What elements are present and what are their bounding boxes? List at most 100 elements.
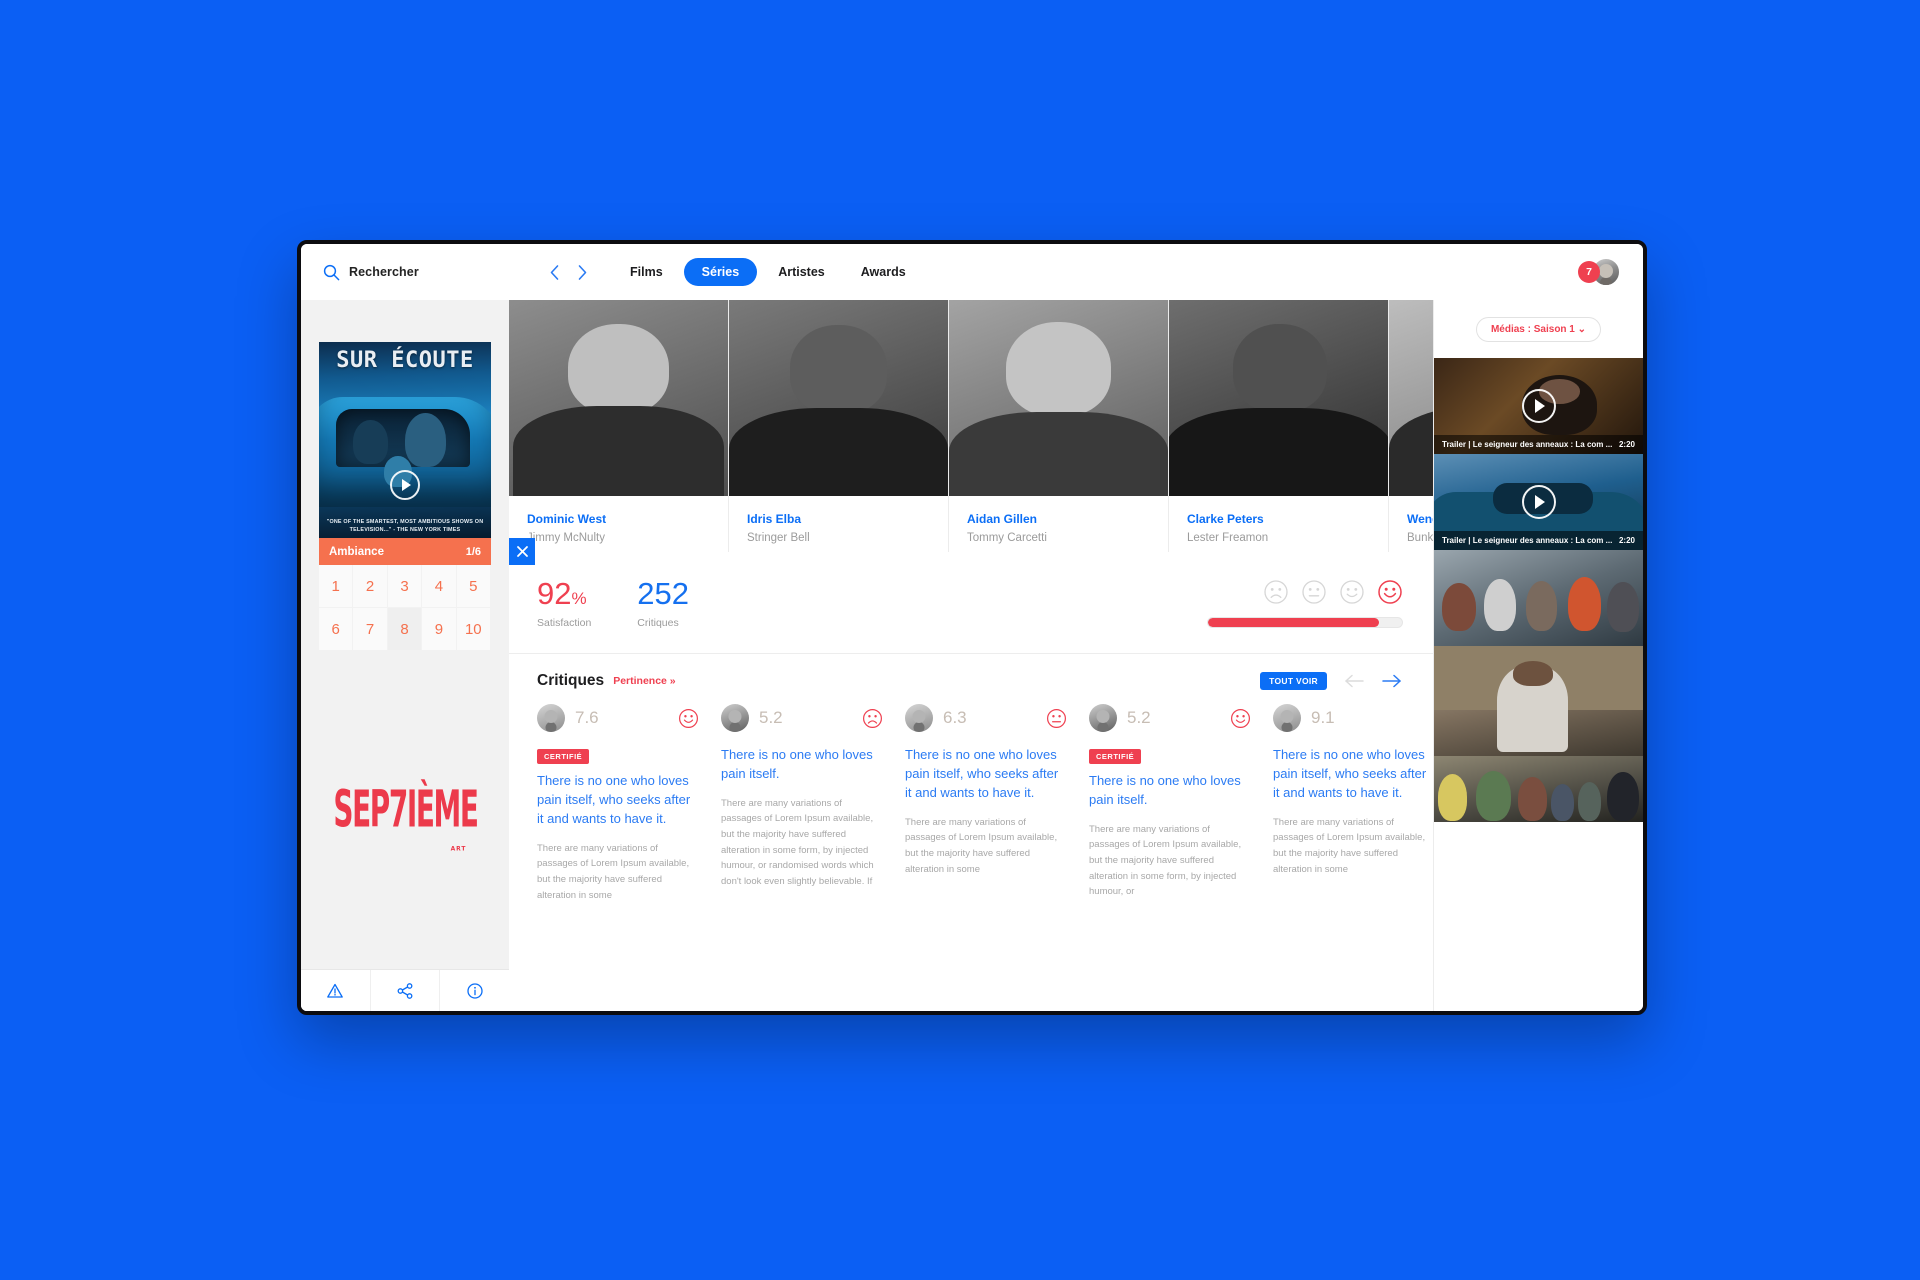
- tab-films[interactable]: Films: [615, 258, 678, 286]
- nav-tabs: Films Séries Artistes Awards: [615, 258, 921, 286]
- critique-card[interactable]: 5.2 There is no one who loves pain itsel…: [721, 704, 905, 1011]
- media-caption: Trailer | Le seigneur des anneaux : La c…: [1434, 435, 1643, 454]
- smile-face-icon[interactable]: [1339, 579, 1365, 605]
- chevron-right-icon[interactable]: [571, 259, 593, 285]
- critique-card[interactable]: 6.3 There is no one who loves pain itsel…: [905, 704, 1089, 1011]
- happy-face-icon[interactable]: [1377, 579, 1403, 605]
- cast-strip: Dominic West Jimmy McNulty Idris Elba St…: [509, 300, 1433, 552]
- media-thumbnail[interactable]: [1434, 756, 1643, 822]
- cast-role: Jimmy McNulty: [527, 532, 605, 544]
- cast-name[interactable]: Clarke Peters: [1187, 512, 1370, 526]
- critique-body: There are many variations of passages of…: [1273, 816, 1426, 875]
- cast-role: Stringer Bell: [747, 532, 810, 544]
- critique-card[interactable]: 7.6 CERTIFIÉ There is no one who loves p…: [537, 704, 721, 1011]
- cast-card[interactable]: Idris Elba Stringer Bell: [729, 300, 949, 552]
- series-poster[interactable]: SUR ÉCOUTE "ONE OF THE SMARTEST, MOST AM…: [319, 342, 491, 538]
- info-icon[interactable]: [440, 970, 509, 1011]
- play-icon[interactable]: [1521, 389, 1556, 423]
- episode-number-8[interactable]: 8: [387, 608, 423, 651]
- warning-icon[interactable]: [301, 970, 371, 1011]
- critiques-value: 252: [637, 576, 690, 611]
- media-thumbnail[interactable]: Trailer | Le seigneur des anneaux : La c…: [1434, 358, 1643, 454]
- critiques-sort-link[interactable]: Pertinence »: [613, 675, 675, 687]
- critique-quote: There is no one who loves pain itself, w…: [537, 773, 691, 826]
- share-icon[interactable]: [371, 970, 441, 1011]
- tab-artistes[interactable]: Artistes: [763, 258, 840, 286]
- cast-photo: [1389, 300, 1433, 496]
- ambiance-row: Ambiance 1/6: [301, 538, 535, 565]
- poster-container: SUR ÉCOUTE "ONE OF THE SMARTEST, MOST AM…: [319, 342, 491, 538]
- stats-row: 92% Satisfaction 252 Critiques: [509, 552, 1433, 654]
- episode-number-5[interactable]: 5: [456, 565, 491, 608]
- critiques-stat: 252 Critiques: [637, 578, 689, 629]
- tab-awards[interactable]: Awards: [846, 258, 921, 286]
- ambiance-bar[interactable]: Ambiance 1/6: [319, 538, 491, 565]
- media-panel: Médias : Saison 1 ⌄ Trailer | Le seigneu…: [1433, 300, 1643, 1011]
- critique-card[interactable]: 5.2 CERTIFIÉ There is no one who loves p…: [1089, 704, 1273, 1011]
- arrow-left-icon[interactable]: [1343, 673, 1365, 689]
- media-thumbnail[interactable]: Trailer | Le seigneur des anneaux : La c…: [1434, 454, 1643, 550]
- media-duration: 2:20: [1618, 440, 1635, 449]
- close-icon[interactable]: [509, 538, 535, 565]
- smile-face-icon: [1230, 708, 1251, 729]
- poster-quote: "ONE OF THE SMARTEST, MOST AMBITIOUS SHO…: [326, 518, 484, 533]
- top-navigation-bar: Rechercher Films Séries Artistes Awards …: [301, 244, 1643, 300]
- media-title: Trailer | Le seigneur des anneaux : La c…: [1442, 440, 1613, 449]
- cast-name[interactable]: Idris Elba: [747, 512, 930, 526]
- satisfaction-progress-fill: [1208, 618, 1379, 627]
- episode-number-4[interactable]: 4: [422, 565, 457, 608]
- poster-title: SUR ÉCOUTE: [336, 348, 474, 373]
- media-duration: 2:20: [1618, 536, 1635, 545]
- cast-name[interactable]: Dominic West: [527, 512, 710, 526]
- cast-role: Bunk Moreland: [1407, 532, 1433, 544]
- episode-number-3[interactable]: 3: [387, 565, 423, 608]
- tab-series[interactable]: Séries: [683, 258, 758, 286]
- neutral-face-icon: [1046, 708, 1067, 729]
- episode-number-1[interactable]: 1: [319, 565, 354, 608]
- cast-card[interactable]: Aidan Gillen Tommy Carcetti: [949, 300, 1169, 552]
- poster-art-figure: [405, 412, 447, 468]
- critique-quote: There is no one who loves pain itself, w…: [1273, 747, 1427, 800]
- arrow-right-icon[interactable]: [1381, 673, 1403, 689]
- critique-card[interactable]: 9.1 There is no one who loves pain itsel…: [1273, 704, 1433, 1011]
- episode-number-10[interactable]: 10: [456, 608, 491, 651]
- cast-photo: [509, 300, 728, 496]
- search-input[interactable]: Rechercher: [323, 264, 533, 281]
- critique-score: 6.3: [943, 708, 967, 727]
- media-thumbnail[interactable]: [1434, 646, 1643, 756]
- episode-number-2[interactable]: 2: [353, 565, 388, 608]
- cast-photo: [1169, 300, 1388, 496]
- cast-card[interactable]: Clarke Peters Lester Freamon: [1169, 300, 1389, 552]
- episode-number-6[interactable]: 6: [319, 608, 354, 651]
- play-icon[interactable]: [1521, 485, 1556, 519]
- critique-quote: There is no one who loves pain itself.: [721, 747, 873, 781]
- critique-header: 7.6: [537, 704, 699, 732]
- media-season-selector[interactable]: Médias : Saison 1 ⌄: [1475, 316, 1602, 342]
- cast-card[interactable]: Wendell Pierce Bunk Moreland: [1389, 300, 1433, 552]
- notification-badge[interactable]: 7: [1578, 261, 1600, 283]
- media-caption: Trailer | Le seigneur des anneaux : La c…: [1434, 531, 1643, 550]
- episode-number-7[interactable]: 7: [353, 608, 388, 651]
- critique-body: There are many variations of passages of…: [537, 842, 690, 901]
- search-icon: [323, 264, 340, 281]
- cast-card[interactable]: Dominic West Jimmy McNulty: [509, 300, 729, 552]
- chevron-left-icon[interactable]: [543, 259, 565, 285]
- main-content: Dominic West Jimmy McNulty Idris Elba St…: [509, 300, 1433, 1011]
- critique-score: 5.2: [1127, 708, 1151, 727]
- certified-badge: CERTIFIÉ: [537, 749, 590, 764]
- critique-header: 5.2: [1089, 704, 1251, 732]
- episode-number-9[interactable]: 9: [422, 608, 457, 651]
- critique-score: 5.2: [759, 708, 783, 727]
- cast-role: Lester Freamon: [1187, 532, 1269, 544]
- play-icon[interactable]: [390, 470, 420, 501]
- neutral-face-icon[interactable]: [1301, 579, 1327, 605]
- profile-area[interactable]: 7: [1578, 257, 1625, 287]
- poster-art-figure: [353, 420, 388, 464]
- media-thumbnail[interactable]: [1434, 550, 1643, 646]
- sad-face-icon[interactable]: [1263, 579, 1289, 605]
- cast-name[interactable]: Wendell Pierce: [1407, 512, 1433, 526]
- satisfaction-progress-bar: [1207, 617, 1403, 628]
- left-sidebar: SUR ÉCOUTE "ONE OF THE SMARTEST, MOST AM…: [301, 300, 535, 1011]
- cast-name[interactable]: Aidan Gillen: [967, 512, 1150, 526]
- see-all-button[interactable]: TOUT VOIR: [1260, 672, 1327, 690]
